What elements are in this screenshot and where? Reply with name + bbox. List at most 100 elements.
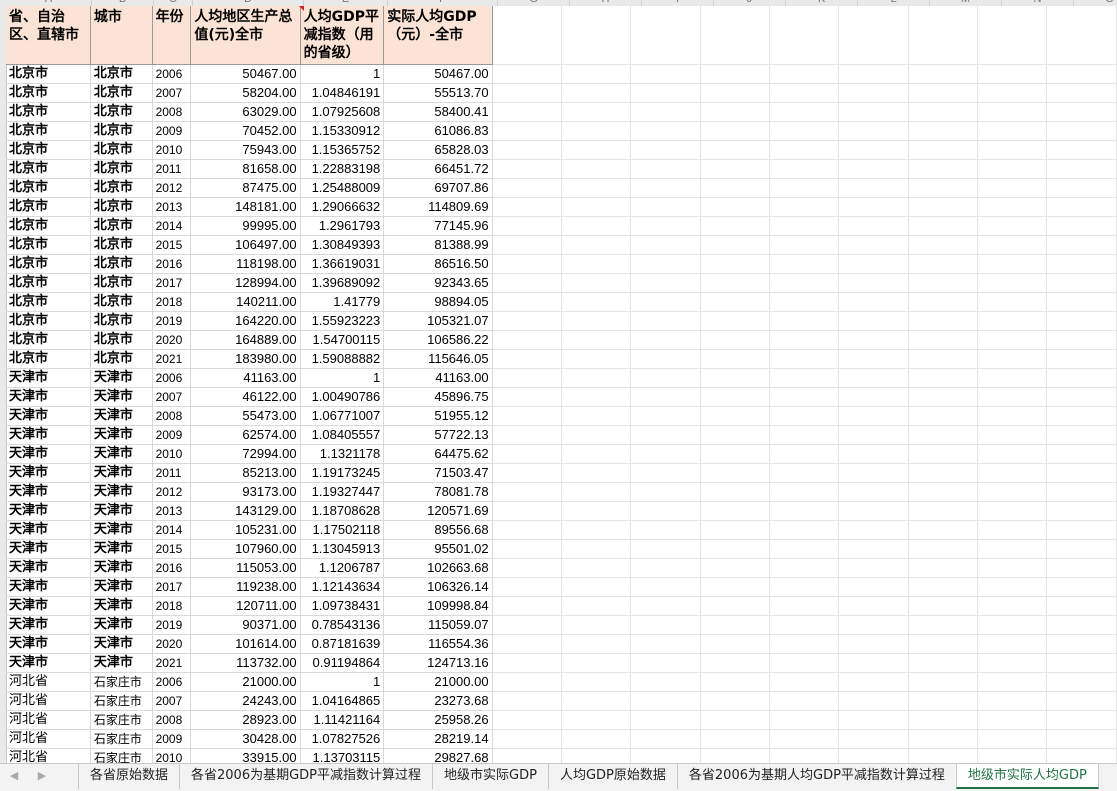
header-gdp-per-capita[interactable]: 人均地区生产总值(元)全市 <box>190 6 301 65</box>
cell-gdp-per-capita[interactable]: 128994.00 <box>190 273 301 293</box>
empty-cell[interactable] <box>630 520 701 540</box>
cell-year[interactable]: 2018 <box>152 596 192 616</box>
empty-cell[interactable] <box>630 6 701 65</box>
empty-cell[interactable] <box>492 83 562 103</box>
empty-cell[interactable] <box>838 729 909 749</box>
empty-cell[interactable] <box>838 64 909 84</box>
empty-cell[interactable] <box>561 729 632 749</box>
sheet-tab[interactable]: 地级市实际GDP <box>432 764 548 789</box>
empty-cell[interactable] <box>561 444 632 464</box>
empty-cell[interactable] <box>561 596 632 616</box>
header-deflator[interactable]: 人均GDP平减指数（用的省级） <box>300 6 385 65</box>
cell-real-gdp[interactable]: 114809.69 <box>383 197 493 217</box>
cell-deflator[interactable]: 1.09738431 <box>300 596 385 616</box>
empty-cell[interactable] <box>769 292 840 312</box>
empty-cell[interactable] <box>908 216 979 236</box>
cell-city[interactable]: 天津市 <box>90 406 153 426</box>
cell-deflator[interactable]: 1.54700115 <box>300 330 385 350</box>
empty-cell[interactable] <box>908 463 979 483</box>
cell-deflator[interactable]: 1.17502118 <box>300 520 385 540</box>
cell-real-gdp[interactable]: 50467.00 <box>383 64 493 84</box>
cell-province[interactable]: 天津市 <box>6 520 91 540</box>
empty-cell[interactable] <box>561 691 632 711</box>
empty-cell[interactable] <box>908 577 979 597</box>
empty-cell[interactable] <box>492 615 562 635</box>
empty-cell[interactable] <box>492 368 562 388</box>
empty-cell[interactable] <box>700 729 771 749</box>
empty-cell[interactable] <box>908 387 979 407</box>
cell-gdp-per-capita[interactable]: 105231.00 <box>190 520 301 540</box>
empty-cell[interactable] <box>977 558 1048 578</box>
cell-gdp-per-capita[interactable]: 50467.00 <box>190 64 301 84</box>
empty-cell[interactable] <box>977 159 1048 179</box>
cell-year[interactable]: 2007 <box>152 691 192 711</box>
cell-year[interactable]: 2014 <box>152 216 192 236</box>
empty-cell[interactable] <box>700 653 771 673</box>
cell-province[interactable]: 河北省 <box>6 710 91 730</box>
cell-real-gdp[interactable]: 109998.84 <box>383 596 493 616</box>
cell-real-gdp[interactable]: 78081.78 <box>383 482 493 502</box>
cell-deflator[interactable]: 1.00490786 <box>300 387 385 407</box>
empty-cell[interactable] <box>492 672 562 692</box>
cell-deflator[interactable]: 0.91194864 <box>300 653 385 673</box>
empty-cell[interactable] <box>700 691 771 711</box>
empty-cell[interactable] <box>1046 482 1117 502</box>
empty-cell[interactable] <box>561 634 632 654</box>
empty-cell[interactable] <box>630 216 701 236</box>
empty-cell[interactable] <box>908 615 979 635</box>
cell-city[interactable]: 北京市 <box>90 216 153 236</box>
empty-cell[interactable] <box>700 121 771 141</box>
empty-cell[interactable] <box>1046 64 1117 84</box>
cell-deflator[interactable]: 1 <box>300 672 385 692</box>
cell-gdp-per-capita[interactable]: 118198.00 <box>190 254 301 274</box>
empty-cell[interactable] <box>1046 121 1117 141</box>
cell-gdp-per-capita[interactable]: 75943.00 <box>190 140 301 160</box>
empty-cell[interactable] <box>1046 539 1117 559</box>
empty-cell[interactable] <box>908 501 979 521</box>
empty-cell[interactable] <box>561 349 632 369</box>
sheet-tab[interactable]: 各省2006为基期人均GDP平减指数计算过程 <box>676 764 956 789</box>
empty-cell[interactable] <box>908 140 979 160</box>
empty-cell[interactable] <box>630 159 701 179</box>
empty-cell[interactable] <box>908 672 979 692</box>
empty-cell[interactable] <box>908 254 979 274</box>
empty-cell[interactable] <box>492 330 562 350</box>
cell-city[interactable]: 北京市 <box>90 64 153 84</box>
empty-cell[interactable] <box>630 349 701 369</box>
empty-cell[interactable] <box>769 425 840 445</box>
empty-cell[interactable] <box>769 330 840 350</box>
empty-cell[interactable] <box>908 406 979 426</box>
cell-province[interactable]: 天津市 <box>6 425 91 445</box>
empty-cell[interactable] <box>838 444 909 464</box>
empty-cell[interactable] <box>908 83 979 103</box>
cell-real-gdp[interactable]: 71503.47 <box>383 463 493 483</box>
empty-cell[interactable] <box>492 596 562 616</box>
empty-cell[interactable] <box>977 6 1048 65</box>
cell-deflator[interactable]: 1.41779 <box>300 292 385 312</box>
cell-year[interactable]: 2010 <box>152 140 192 160</box>
empty-cell[interactable] <box>908 330 979 350</box>
cell-gdp-per-capita[interactable]: 46122.00 <box>190 387 301 407</box>
cell-real-gdp[interactable]: 23273.68 <box>383 691 493 711</box>
empty-cell[interactable] <box>700 406 771 426</box>
empty-cell[interactable] <box>838 311 909 331</box>
empty-cell[interactable] <box>977 520 1048 540</box>
empty-cell[interactable] <box>769 273 840 293</box>
cell-year[interactable]: 2017 <box>152 273 192 293</box>
cell-city[interactable]: 北京市 <box>90 292 153 312</box>
empty-cell[interactable] <box>1046 159 1117 179</box>
cell-province[interactable]: 北京市 <box>6 102 91 122</box>
cell-gdp-per-capita[interactable]: 41163.00 <box>190 368 301 388</box>
empty-cell[interactable] <box>492 539 562 559</box>
empty-cell[interactable] <box>492 159 562 179</box>
empty-cell[interactable] <box>492 729 562 749</box>
cell-gdp-per-capita[interactable]: 87475.00 <box>190 178 301 198</box>
empty-cell[interactable] <box>769 520 840 540</box>
empty-cell[interactable] <box>700 102 771 122</box>
empty-cell[interactable] <box>1046 387 1117 407</box>
empty-cell[interactable] <box>700 254 771 274</box>
cell-province[interactable]: 天津市 <box>6 444 91 464</box>
empty-cell[interactable] <box>838 615 909 635</box>
empty-cell[interactable] <box>492 102 562 122</box>
empty-cell[interactable] <box>630 273 701 293</box>
